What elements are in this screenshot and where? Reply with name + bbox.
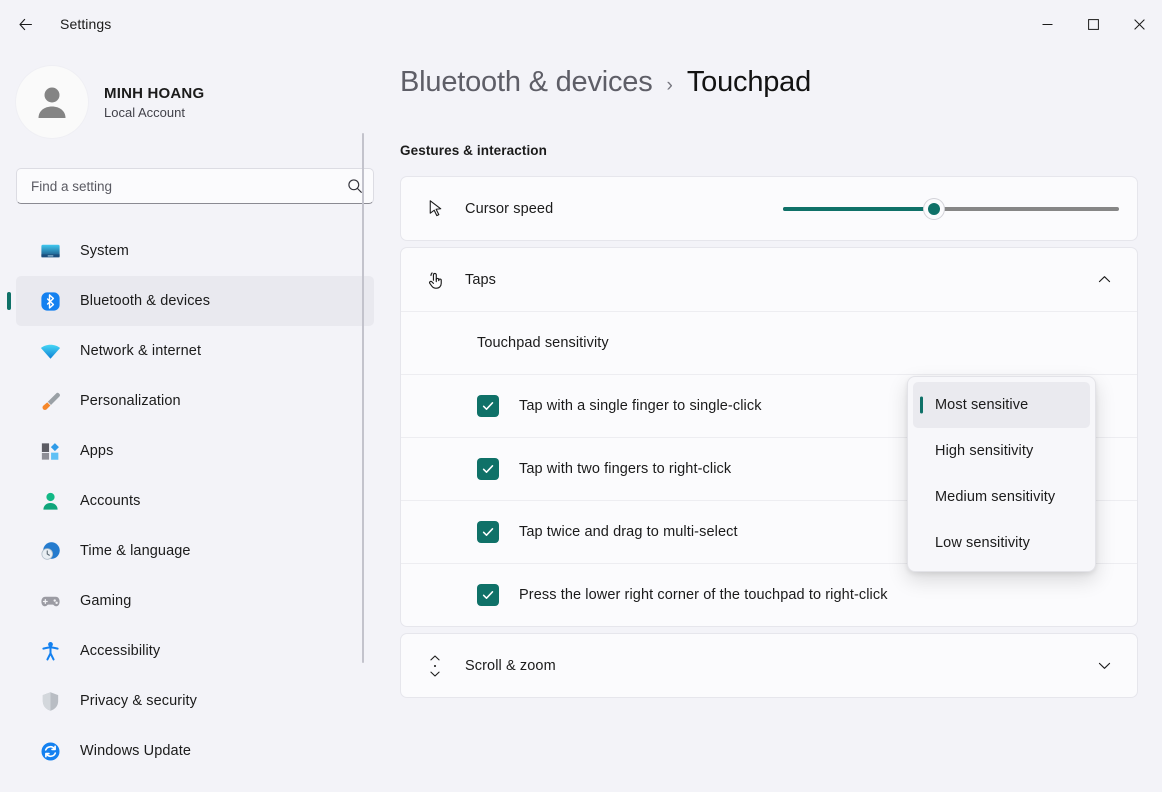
update-refresh-icon	[38, 739, 62, 763]
maximize-icon	[1087, 18, 1099, 30]
back-button[interactable]	[8, 8, 42, 40]
checkbox-label: Tap with two fingers to right-click	[519, 461, 732, 477]
search-input[interactable]	[31, 178, 347, 194]
window-controls	[1024, 0, 1162, 48]
sidebar: MINH HOANG Local Account Find a setting …	[0, 48, 400, 792]
sidebar-item-label: Windows Update	[80, 743, 192, 759]
section-label-gestures: Gestures & interaction	[400, 143, 547, 158]
accessibility-person-icon	[38, 639, 62, 663]
checkbox-label: Tap with a single finger to single-click	[519, 398, 762, 414]
cursor-speed-row: Cursor speed	[401, 177, 1137, 240]
accounts-person-icon	[38, 489, 62, 513]
page-title: Touchpad	[686, 66, 812, 98]
sidebar-item-label: Apps	[80, 443, 114, 459]
sidebar-item-time-language[interactable]: Time & language	[16, 526, 374, 576]
sidebar-item-privacy-security[interactable]: Privacy & security	[16, 676, 374, 726]
sidebar-item-label: Accessibility	[80, 643, 161, 659]
sidebar-item-label: Network & internet	[80, 343, 202, 359]
sidebar-item-label: Time & language	[80, 543, 191, 559]
check-icon	[482, 528, 494, 536]
gamepad-icon	[38, 589, 62, 613]
cursor-speed-label: Cursor speed	[465, 200, 554, 217]
close-button[interactable]	[1116, 0, 1162, 48]
search-box[interactable]	[16, 168, 374, 204]
dropdown-option-low-sensitivity[interactable]: Low sensitivity	[913, 520, 1090, 566]
scroll-zoom-header-row[interactable]: Scroll & zoom	[401, 634, 1137, 697]
paintbrush-icon	[38, 389, 62, 413]
sidebar-item-label: System	[80, 243, 129, 259]
scroll-updown-icon	[421, 654, 449, 678]
taps-label: Taps	[465, 271, 497, 288]
cursor-arrow-icon	[421, 198, 449, 219]
dropdown-option-high-sensitivity[interactable]: High sensitivity	[913, 428, 1090, 474]
sidebar-item-label: Gaming	[80, 593, 132, 609]
minimize-button[interactable]	[1024, 0, 1070, 48]
search-icon[interactable]	[347, 178, 363, 194]
chevron-down-icon[interactable]	[1089, 658, 1119, 673]
shield-icon	[38, 689, 62, 713]
system-monitor-icon	[38, 239, 62, 263]
user-profile[interactable]: MINH HOANG Local Account	[16, 48, 400, 138]
breadcrumb-separator-icon: ›	[666, 75, 673, 96]
touchpad-sensitivity-label: Touchpad sensitivity	[477, 335, 609, 351]
checkbox-lower-right-corner[interactable]	[477, 584, 499, 606]
sidebar-item-accessibility[interactable]: Accessibility	[16, 626, 374, 676]
sidebar-item-system[interactable]: System	[16, 226, 374, 276]
sidebar-item-label: Bluetooth & devices	[80, 293, 211, 309]
sidebar-scrollbar[interactable]	[362, 133, 364, 663]
sidebar-nav: System Bluetooth & devices Network & int…	[16, 226, 400, 776]
checkbox-row-lower-right-corner[interactable]: Press the lower right corner of the touc…	[401, 563, 1137, 626]
profile-account-type: Local Account	[104, 104, 185, 120]
breadcrumb-parent[interactable]: Bluetooth & devices	[400, 66, 653, 99]
checkbox-multi-select[interactable]	[477, 521, 499, 543]
wifi-icon	[38, 339, 62, 363]
touchpad-sensitivity-row: Touchpad sensitivity	[401, 311, 1137, 374]
apps-icon	[38, 439, 62, 463]
sidebar-item-label: Personalization	[80, 393, 181, 409]
sidebar-item-bluetooth-devices[interactable]: Bluetooth & devices	[16, 276, 374, 326]
dropdown-option-most-sensitive[interactable]: Most sensitive	[913, 382, 1090, 428]
sidebar-item-apps[interactable]: Apps	[16, 426, 374, 476]
tap-gesture-icon	[421, 269, 449, 291]
cursor-speed-slider[interactable]	[783, 195, 1119, 223]
avatar	[16, 66, 88, 138]
chevron-up-icon[interactable]	[1089, 272, 1119, 287]
sidebar-item-accounts[interactable]: Accounts	[16, 476, 374, 526]
sidebar-item-label: Accounts	[80, 493, 141, 509]
check-icon	[482, 402, 494, 410]
checkbox-two-finger-right-click[interactable]	[477, 458, 499, 480]
title-bar: Settings	[0, 0, 1162, 48]
clock-globe-icon	[38, 539, 62, 563]
scroll-zoom-label: Scroll & zoom	[465, 657, 556, 674]
cursor-speed-card: Cursor speed	[400, 176, 1138, 241]
taps-header-row[interactable]: Taps	[401, 248, 1137, 311]
sidebar-item-gaming[interactable]: Gaming	[16, 576, 374, 626]
checkbox-label: Press the lower right corner of the touc…	[519, 587, 888, 603]
close-icon	[1133, 18, 1145, 30]
person-avatar-icon	[38, 87, 66, 118]
checkbox-label: Tap twice and drag to multi-select	[519, 524, 738, 540]
minimize-icon	[1042, 23, 1052, 25]
maximize-button[interactable]	[1070, 0, 1116, 48]
checkbox-single-click[interactable]	[477, 395, 499, 417]
sensitivity-dropdown-flyout[interactable]: Most sensitive High sensitivity Medium s…	[907, 376, 1096, 572]
profile-name: MINH HOANG	[104, 84, 205, 102]
check-icon	[482, 465, 494, 473]
bluetooth-icon	[38, 289, 62, 313]
check-icon	[482, 591, 494, 599]
sidebar-item-windows-update[interactable]: Windows Update	[16, 726, 374, 776]
sidebar-item-label: Privacy & security	[80, 693, 198, 709]
sidebar-item-network-internet[interactable]: Network & internet	[16, 326, 374, 376]
sidebar-item-personalization[interactable]: Personalization	[16, 376, 374, 426]
breadcrumb: Bluetooth & devices › Touchpad	[400, 66, 1138, 99]
app-title: Settings	[60, 16, 112, 32]
slider-thumb[interactable]	[924, 198, 945, 219]
slider-fill	[783, 206, 935, 211]
dropdown-option-medium-sensitivity[interactable]: Medium sensitivity	[913, 474, 1090, 520]
back-arrow-icon	[18, 18, 32, 30]
scroll-zoom-card: Scroll & zoom	[400, 633, 1138, 698]
